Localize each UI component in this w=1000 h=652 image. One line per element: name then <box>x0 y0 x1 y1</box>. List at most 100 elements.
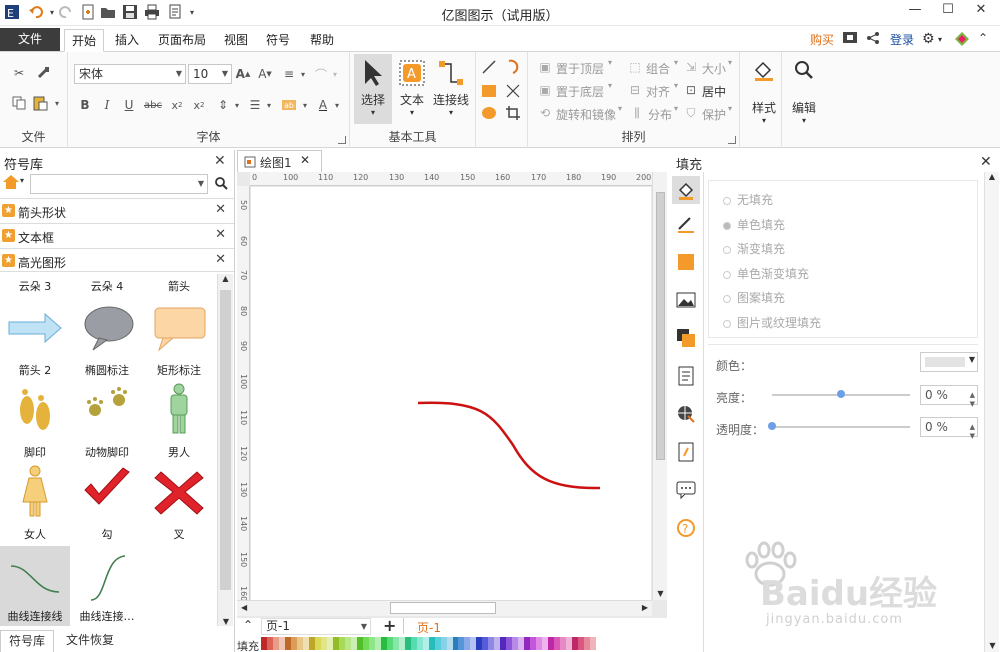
fill-option-solid[interactable]: 单色填充 <box>723 216 785 233</box>
distribute-button[interactable]: 分布 <box>648 106 672 123</box>
underline-icon[interactable]: U <box>120 96 138 114</box>
paragraph-dropdown-icon[interactable]: ▾ <box>228 96 246 114</box>
bring-front-button[interactable]: 置于顶层 <box>556 60 604 77</box>
settings-dropdown-icon[interactable]: ▾ <box>938 35 942 44</box>
image-icon[interactable] <box>676 290 696 310</box>
scroll-down-icon[interactable]: ▼ <box>218 617 234 626</box>
page-properties-icon[interactable] <box>676 366 696 386</box>
protect-button[interactable]: 保护 <box>702 106 726 123</box>
horizontal-scroll-thumb[interactable] <box>390 602 496 614</box>
color-picker[interactable]: ▼ <box>920 352 978 372</box>
transparency-slider-knob[interactable] <box>768 422 776 430</box>
ellipse-tool-icon[interactable] <box>480 104 498 122</box>
buy-link[interactable]: 购买 <box>810 31 834 48</box>
tab-file-recovery[interactable]: 文件恢复 <box>58 630 122 652</box>
line-style-icon[interactable] <box>676 214 696 234</box>
login-link[interactable]: 登录 <box>890 31 914 48</box>
send-back-icon[interactable]: ▣ <box>536 81 554 99</box>
cross-tool-icon[interactable] <box>504 82 522 100</box>
tab-help[interactable]: 帮助 <box>304 29 340 52</box>
crop-tool-icon[interactable] <box>504 104 522 122</box>
text-tool-button[interactable]: A 文本 ▾ <box>394 54 430 124</box>
maximize-icon[interactable]: ☐ <box>933 2 963 22</box>
font-size-select[interactable]: 10 ▼ <box>188 64 232 84</box>
comment-icon[interactable] <box>676 480 696 500</box>
fill-option-none[interactable]: 无填充 <box>723 191 773 208</box>
grow-font-icon[interactable]: A ▲ <box>234 65 252 83</box>
curve-connector-shape[interactable] <box>417 401 601 490</box>
size-icon[interactable]: ⇲ <box>682 58 700 76</box>
connector-tool-button[interactable]: 连接线 ▾ <box>430 54 472 124</box>
shape-check[interactable]: 勾 <box>72 464 142 544</box>
subscript-icon[interactable]: x2 <box>168 96 186 114</box>
attachment-icon[interactable] <box>676 442 696 462</box>
scroll-down-icon[interactable]: ▼ <box>653 589 668 598</box>
close-category-icon[interactable]: ✕ <box>215 252 226 267</box>
page-tab[interactable]: 页-1 <box>417 619 441 636</box>
library-scrollbar[interactable]: ▲ ▼ <box>217 274 233 626</box>
fill-option-pattern[interactable]: 图案填充 <box>723 289 785 306</box>
library-category[interactable]: ★ 高光图形 ✕ <box>0 248 234 272</box>
bullet-dropdown-icon[interactable]: ▾ <box>260 96 278 114</box>
scroll-right-icon[interactable]: ▶ <box>642 603 648 612</box>
add-page-icon[interactable]: + <box>383 616 396 635</box>
rotate-mirror-button[interactable]: 旋转和镜像 <box>556 106 616 123</box>
collapse-pages-icon[interactable]: ⌃ <box>243 618 253 632</box>
shape-arrow[interactable]: 箭头 <box>144 274 214 296</box>
shape-man[interactable]: 男人 <box>144 382 214 462</box>
strikethrough-icon[interactable]: abc <box>144 96 162 114</box>
font-dialog-launcher-icon[interactable] <box>338 136 346 144</box>
library-search-input[interactable]: ▼ <box>30 174 208 194</box>
rectangle-tool-icon[interactable] <box>480 82 498 100</box>
line-spacing-dropdown-icon[interactable]: ▾ <box>294 65 312 83</box>
shape-woman[interactable]: 女人 <box>0 464 70 544</box>
library-scroll-thumb[interactable] <box>220 290 231 590</box>
arrange-dialog-launcher-icon[interactable] <box>728 136 736 144</box>
distribute-icon[interactable]: ⫼ <box>628 104 646 122</box>
style-button[interactable]: 样式 ▾ <box>748 56 780 140</box>
font-color-dropdown-icon[interactable]: ▾ <box>328 96 346 114</box>
close-category-icon[interactable]: ✕ <box>215 227 226 242</box>
tab-symbol-library[interactable]: 符号库 <box>0 630 54 652</box>
tab-page-layout[interactable]: 页面布局 <box>152 29 212 52</box>
fill-option-gradient[interactable]: 渐变填充 <box>723 240 785 257</box>
brightness-slider-knob[interactable] <box>837 390 845 398</box>
fill-panel-scrollbar[interactable]: ▲ ▼ <box>984 172 999 652</box>
transparency-slider[interactable] <box>772 426 910 428</box>
layer-icon[interactable] <box>676 328 696 348</box>
group-button[interactable]: 组合 <box>646 60 670 77</box>
scroll-up-icon[interactable]: ▲ <box>985 172 999 181</box>
align-icon[interactable]: ⊟ <box>626 81 644 99</box>
vertical-scroll-thumb[interactable] <box>656 192 665 460</box>
scroll-up-icon[interactable]: ▲ <box>218 274 233 283</box>
italic-icon[interactable]: I <box>98 96 116 114</box>
shrink-font-icon[interactable]: A ▼ <box>256 65 274 83</box>
shape-animal-footprint[interactable]: 动物脚印 <box>72 382 142 462</box>
shape-footprint[interactable]: 脚印 <box>0 382 70 462</box>
fill-panel-button[interactable] <box>672 176 700 204</box>
shape-curve-connector-2[interactable]: 曲线连接… <box>72 546 142 626</box>
select-tool-button[interactable]: 选择 ▾ <box>354 54 392 124</box>
shape-cross[interactable]: 叉 <box>144 464 214 544</box>
edit-button[interactable]: 编辑 ▾ <box>788 56 820 140</box>
hyperlink-globe-icon[interactable] <box>676 404 696 424</box>
close-category-icon[interactable]: ✕ <box>215 202 226 217</box>
collapse-ribbon-icon[interactable]: ⌃ <box>978 31 988 45</box>
search-icon[interactable] <box>214 176 228 194</box>
center-button[interactable]: 居中 <box>702 83 726 100</box>
align-button[interactable]: 对齐 <box>646 83 670 100</box>
size-button[interactable]: 大小 <box>702 60 726 77</box>
group-icon[interactable]: ⬚ <box>626 58 644 76</box>
brightness-input[interactable]: 0 % ▲ ▼ <box>920 385 978 408</box>
shadow-icon[interactable] <box>676 252 696 272</box>
library-category[interactable]: ★ 文本框 ✕ <box>0 223 234 247</box>
tab-insert[interactable]: 插入 <box>108 29 146 52</box>
curve-text-dropdown-icon[interactable]: ▾ <box>326 65 344 83</box>
arc-tool-icon[interactable] <box>504 58 522 76</box>
close-document-icon[interactable]: ✕ <box>300 153 310 167</box>
color-swatches[interactable] <box>261 637 597 650</box>
close-fill-panel-icon[interactable]: ✕ <box>980 154 992 170</box>
page-select[interactable]: 页-1 ▼ <box>261 618 371 635</box>
format-painter-icon[interactable] <box>34 64 52 82</box>
library-category[interactable]: ★ 箭头形状 ✕ <box>0 198 234 222</box>
